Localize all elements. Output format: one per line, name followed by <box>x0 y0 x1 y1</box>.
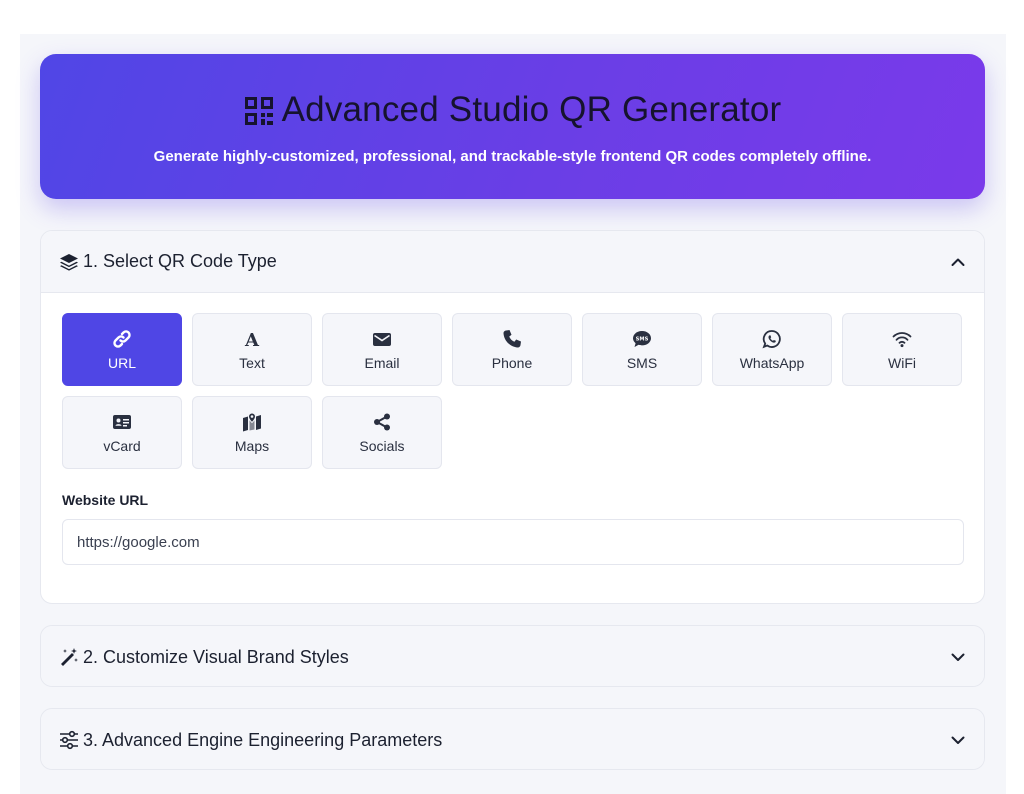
sms-icon: SMS <box>632 329 652 349</box>
hero-title: Advanced Studio QR Generator <box>40 90 985 130</box>
type-label: SMS <box>626 354 658 371</box>
section-title: 2. Customize Visual Brand Styles <box>83 646 349 667</box>
type-label: WhatsApp <box>739 354 805 371</box>
app-container: Advanced Studio QR Generator Generate hi… <box>20 34 1006 794</box>
type-button-vcard[interactable]: vCard <box>62 396 182 469</box>
section-title: 3. Advanced Engine Engineering Parameter… <box>83 729 443 750</box>
website-url-input[interactable] <box>62 519 964 565</box>
type-label: Maps <box>234 437 270 454</box>
type-label: WiFi <box>888 354 916 371</box>
section-title: 1. Select QR Code Type <box>83 251 277 271</box>
type-button-email[interactable]: Email <box>322 313 442 386</box>
type-label: Phone <box>491 354 533 371</box>
type-button-wifi[interactable]: WiFi <box>842 313 962 386</box>
type-button-maps[interactable]: Maps <box>192 396 312 469</box>
svg-text:SMS: SMS <box>636 336 649 342</box>
qrcode-icon <box>244 95 274 125</box>
phone-icon <box>502 329 522 349</box>
type-label: Email <box>364 354 400 371</box>
section-visual-styles: 2. Customize Visual Brand Styles <box>40 625 985 687</box>
chevron-down-icon[interactable] <box>950 649 966 665</box>
type-label: vCard <box>103 437 141 454</box>
section-qr-type: 1. Select QR Code Type URL A Text Email … <box>40 230 985 604</box>
id-card-icon <box>112 412 132 432</box>
type-button-sms[interactable]: SMS SMS <box>582 313 702 386</box>
qr-type-grid: URL A Text Email Phone SMS SMS WhatsApp … <box>62 313 962 469</box>
type-button-socials[interactable]: Socials <box>322 396 442 469</box>
chevron-up-icon[interactable] <box>950 254 966 270</box>
type-button-phone[interactable]: Phone <box>452 313 572 386</box>
type-label: URL <box>107 354 136 371</box>
chevron-down-icon[interactable] <box>950 732 966 748</box>
type-label: Socials <box>359 437 405 454</box>
type-button-whatsapp[interactable]: WhatsApp <box>712 313 832 386</box>
sliders-icon <box>59 730 79 750</box>
section-qr-type-header[interactable]: 1. Select QR Code Type <box>41 231 984 293</box>
section-engine-parameters: 3. Advanced Engine Engineering Parameter… <box>40 708 985 770</box>
section-engine-parameters-header[interactable]: 3. Advanced Engine Engineering Parameter… <box>41 709 984 769</box>
type-label: Text <box>239 354 265 371</box>
hero-subtitle: Generate highly-customized, professional… <box>153 148 872 165</box>
link-icon <box>112 329 132 349</box>
type-button-url[interactable]: URL <box>62 313 182 386</box>
magic-wand-icon <box>59 647 79 667</box>
section-visual-styles-header[interactable]: 2. Customize Visual Brand Styles <box>41 626 984 686</box>
share-icon <box>372 412 392 432</box>
svg-text:A: A <box>244 330 260 349</box>
type-button-text[interactable]: A Text <box>192 313 312 386</box>
wifi-icon <box>892 329 912 349</box>
envelope-icon <box>372 329 392 349</box>
map-pin-icon <box>242 411 262 432</box>
whatsapp-icon <box>762 329 782 349</box>
hero-title-text: Advanced Studio QR Generator <box>281 90 782 129</box>
hero-banner: Advanced Studio QR Generator Generate hi… <box>40 54 985 199</box>
layers-icon <box>59 252 79 272</box>
website-url-label: Website URL <box>62 492 149 508</box>
font-icon: A <box>242 329 262 351</box>
